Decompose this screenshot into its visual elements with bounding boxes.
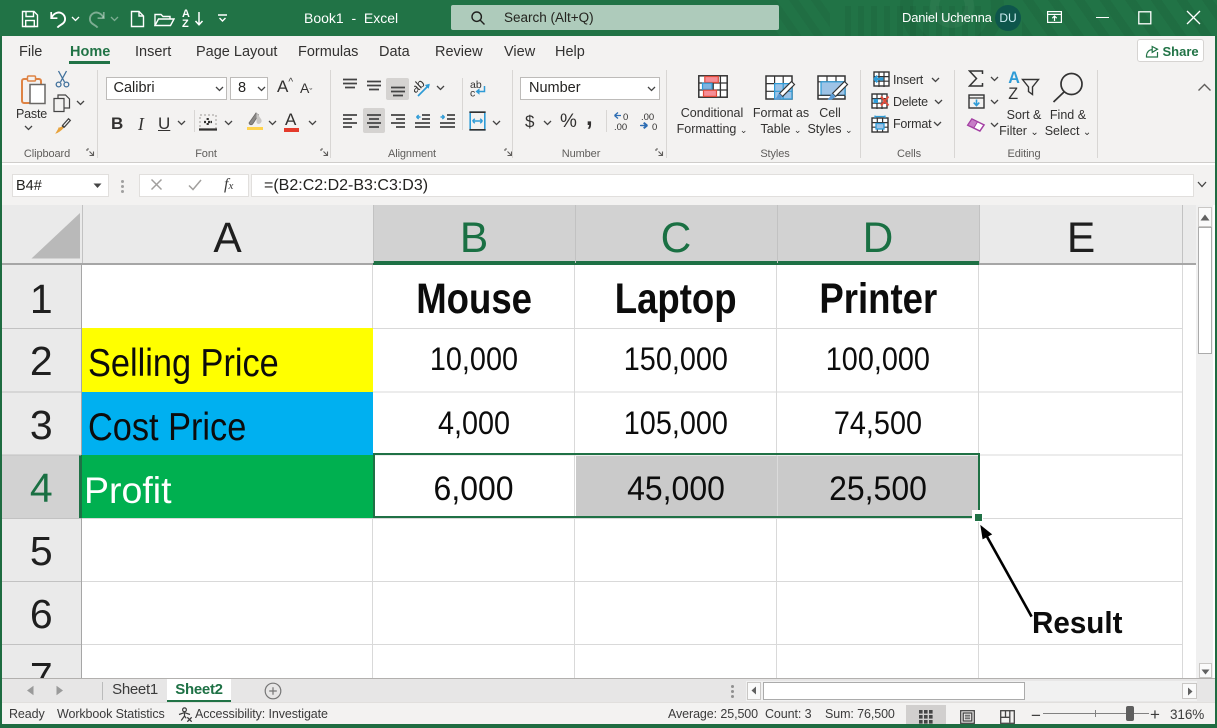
svg-text:0: 0	[652, 122, 657, 131]
svg-text:.00: .00	[614, 122, 627, 131]
svg-text:c: c	[470, 88, 475, 98]
